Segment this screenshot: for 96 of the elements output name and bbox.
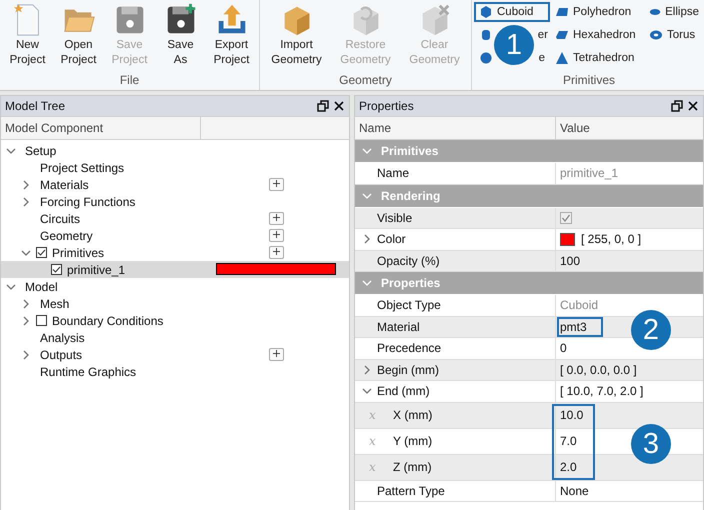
plus-icon bbox=[273, 350, 280, 357]
tree-item-label[interactable]: Runtime Graphics bbox=[40, 364, 136, 378]
pane-title: Model Tree bbox=[5, 99, 66, 113]
primitive-button[interactable]: Polyhedron bbox=[550, 2, 644, 22]
sphere-icon[interactable] bbox=[479, 51, 493, 65]
section-title: Primitives bbox=[381, 144, 438, 158]
pane-title: Properties bbox=[359, 99, 415, 113]
polyhedron-icon bbox=[555, 5, 569, 19]
tetrahedron-icon bbox=[555, 51, 569, 65]
tree-item-label[interactable]: Setup bbox=[25, 144, 56, 158]
property-name: Visible bbox=[377, 210, 412, 225]
collapse-chevron-icon[interactable] bbox=[5, 146, 17, 156]
cylinder-icon[interactable] bbox=[479, 28, 493, 42]
primitive-button[interactable]: Torus bbox=[644, 25, 704, 45]
hexahedron-icon bbox=[555, 28, 569, 42]
ribbon-button[interactable]: New Project bbox=[2, 0, 53, 73]
property-name: Object Type bbox=[377, 298, 441, 312]
property-value: primitive_1 bbox=[560, 166, 618, 180]
primitive-button[interactable]: Tetrahedron bbox=[550, 48, 644, 68]
checkbox[interactable] bbox=[36, 315, 47, 326]
column-header: Name bbox=[355, 117, 556, 139]
tree-item-label[interactable]: Circuits bbox=[40, 212, 80, 226]
property-name: Precedence bbox=[377, 341, 442, 356]
tree-item-label[interactable]: Primitives bbox=[52, 246, 104, 260]
property-name: X (mm) bbox=[393, 408, 432, 422]
group-title: Geometry bbox=[339, 73, 392, 89]
tree-item-label[interactable]: Model bbox=[25, 280, 58, 294]
checkbox[interactable] bbox=[36, 247, 47, 258]
property-value: Cuboid bbox=[560, 298, 598, 312]
primitive-button[interactable]: Cuboid bbox=[474, 2, 550, 22]
ribbon-button[interactable]: Import Geometry bbox=[262, 0, 331, 73]
color-swatch[interactable] bbox=[560, 232, 575, 246]
add-button[interactable] bbox=[269, 348, 284, 361]
tree-item-label[interactable]: Geometry bbox=[40, 228, 93, 242]
primitive-label[interactable]: e bbox=[538, 52, 545, 64]
add-button[interactable] bbox=[269, 246, 284, 259]
tree-item-label[interactable]: Forcing Functions bbox=[40, 194, 136, 208]
add-button[interactable] bbox=[269, 212, 284, 225]
add-button[interactable] bbox=[269, 229, 284, 242]
ribbon-button[interactable]: Export Project bbox=[206, 0, 257, 73]
variable-icon: 𝑥 bbox=[369, 460, 383, 474]
property-name: Color bbox=[377, 232, 406, 246]
variable-icon: 𝑥 bbox=[369, 434, 383, 448]
tree-item-label[interactable]: Mesh bbox=[40, 296, 70, 310]
tree-item-label[interactable]: Boundary Conditions bbox=[52, 314, 164, 328]
property-name: Y (mm) bbox=[393, 434, 432, 448]
plus-icon bbox=[273, 180, 280, 187]
checkbox[interactable] bbox=[560, 212, 572, 224]
property-value[interactable]: 0 bbox=[560, 341, 567, 356]
tree-item-label[interactable]: Project Settings bbox=[40, 160, 124, 174]
collapse-chevron-icon[interactable] bbox=[20, 248, 32, 258]
group-title: Primitives bbox=[562, 73, 615, 89]
group-title: File bbox=[120, 73, 140, 89]
property-name: Material bbox=[377, 320, 420, 334]
property-value[interactable]: [ 10.0, 7.0, 2.0 ] bbox=[560, 384, 644, 398]
tree-item-label[interactable]: Materials bbox=[40, 178, 89, 192]
property-name: Name bbox=[377, 166, 410, 180]
property-value[interactable]: 2.0 bbox=[560, 460, 577, 474]
primitive-label[interactable]: er bbox=[538, 29, 548, 41]
column-header: Model Component bbox=[1, 117, 201, 139]
close-icon[interactable] bbox=[333, 100, 345, 112]
property-name: Z (mm) bbox=[393, 460, 432, 474]
ribbon-button[interactable]: Save As bbox=[155, 0, 206, 73]
property-value[interactable]: None bbox=[560, 484, 589, 498]
restore-icon[interactable] bbox=[671, 100, 683, 112]
property-value[interactable]: 10.0 bbox=[560, 408, 584, 422]
primitive-button[interactable]: Hexahedron bbox=[550, 25, 644, 45]
close-icon[interactable] bbox=[687, 100, 699, 112]
column-header: Value bbox=[559, 120, 590, 137]
tree-item-label[interactable]: primitive_1 bbox=[67, 262, 126, 276]
tree-item-label[interactable]: Outputs bbox=[40, 348, 82, 362]
property-value[interactable]: 7.0 bbox=[560, 434, 577, 448]
property-value[interactable]: [ 255, 0, 0 ] bbox=[581, 232, 642, 246]
plus-icon bbox=[273, 231, 280, 238]
checkbox[interactable] bbox=[51, 264, 62, 275]
property-value[interactable]: pmt3 bbox=[557, 316, 603, 337]
variable-icon: 𝑥 bbox=[369, 408, 383, 422]
section-title: Rendering bbox=[381, 188, 440, 202]
plus-icon bbox=[273, 214, 280, 221]
tree-item-label[interactable]: Analysis bbox=[40, 330, 85, 344]
restore-icon[interactable] bbox=[317, 100, 329, 112]
add-button[interactable] bbox=[269, 178, 284, 191]
plus-icon bbox=[273, 248, 280, 255]
primitive-button[interactable]: Ellipse bbox=[644, 2, 704, 22]
collapse-chevron-icon[interactable] bbox=[361, 386, 373, 396]
property-value[interactable]: [ 0.0, 0.0, 0.0 ] bbox=[560, 362, 637, 377]
property-name: Begin (mm) bbox=[377, 362, 440, 377]
torus-icon bbox=[649, 28, 663, 42]
cuboid-icon bbox=[479, 5, 493, 19]
collapse-chevron-icon[interactable] bbox=[5, 282, 17, 292]
section-title: Properties bbox=[381, 276, 440, 290]
property-name: Pattern Type bbox=[377, 484, 445, 498]
ribbon-button[interactable]: Open Project bbox=[53, 0, 104, 73]
property-name: Opacity (%) bbox=[377, 254, 440, 268]
property-name: End (mm) bbox=[377, 384, 430, 398]
property-value[interactable]: 100 bbox=[560, 254, 580, 268]
